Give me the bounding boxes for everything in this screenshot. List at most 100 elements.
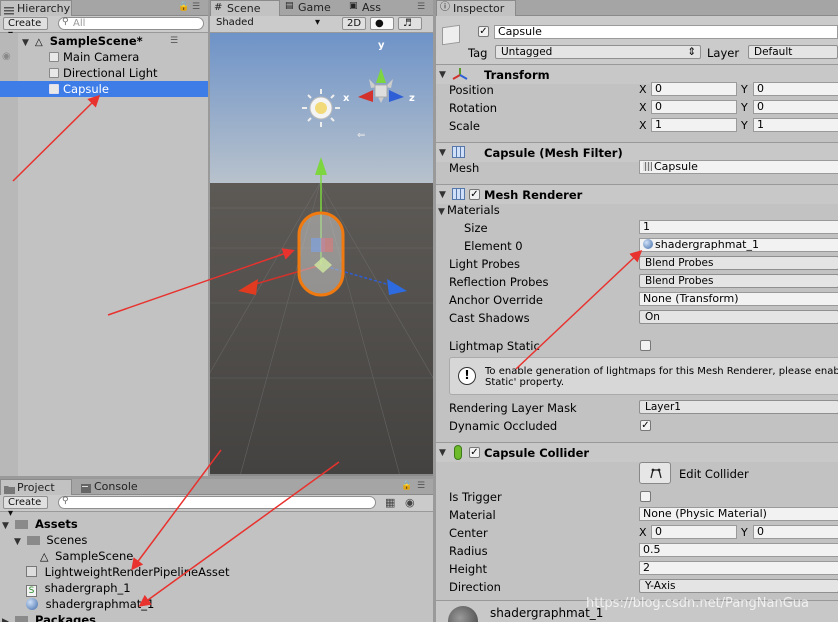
tab-hierarchy[interactable]: Hierarchy: [0, 0, 72, 16]
project-item-scenes[interactable]: ▼ Scenes: [0, 532, 433, 548]
scale-y-field[interactable]: 1: [753, 118, 838, 132]
light-probes-label: Light Probes: [449, 257, 520, 271]
hierarchy-item-main-camera[interactable]: Main Camera: [0, 49, 208, 65]
tab-scene[interactable]: # Scene: [210, 0, 280, 16]
tag-dropdown[interactable]: Untagged ⇕: [495, 45, 701, 59]
mode-2d-label: 2D: [347, 18, 362, 29]
mode-2d-button[interactable]: 2D: [342, 17, 366, 30]
item-label: Scenes: [46, 533, 88, 547]
item-label: Packages: [35, 613, 97, 622]
menu-icon[interactable]: ☰: [192, 3, 204, 12]
hierarchy-search-input[interactable]: ⚲ All: [58, 17, 204, 30]
radius-field[interactable]: 0.5: [639, 543, 838, 557]
mesh-renderer-enabled-checkbox[interactable]: ✓: [469, 189, 480, 200]
filter-type-icon[interactable]: ▦: [385, 496, 395, 509]
audio-toggle-button[interactable]: ♬: [398, 17, 422, 30]
reflection-probes-dropdown[interactable]: Blend Probes: [639, 274, 838, 288]
splitter-horizontal[interactable]: [0, 476, 433, 479]
lighting-toggle-button[interactable]: ●: [370, 17, 394, 30]
project-item-packages[interactable]: ▶ Packages: [0, 612, 433, 622]
scale-x-field[interactable]: 1: [651, 118, 737, 132]
object-header: ✓ Capsule Tag Untagged ⇕ Layer Default: [436, 16, 838, 64]
menu-icon[interactable]: ☰: [417, 482, 429, 491]
element0-field[interactable]: shadergraphmat_1: [639, 238, 838, 252]
console-icon: [81, 482, 91, 493]
material-field[interactable]: None (Physic Material): [639, 507, 838, 521]
lightmap-static-checkbox[interactable]: [640, 340, 651, 351]
center-x-field[interactable]: 0: [651, 525, 737, 539]
scene-menu-icon[interactable]: ☰: [170, 37, 182, 46]
direction-dropdown[interactable]: Y-Axis: [639, 579, 838, 593]
light-probes-dropdown[interactable]: Blend Probes: [639, 256, 838, 270]
scene-row[interactable]: ▼ △ SampleScene* ☰: [0, 33, 208, 49]
size-field[interactable]: 1: [639, 220, 838, 234]
center-y-field[interactable]: 0: [753, 525, 838, 539]
mesh-grid-icon: [643, 162, 652, 171]
project-create-button[interactable]: Create ▾: [3, 496, 48, 519]
material-label: Material: [449, 508, 496, 522]
rotation-y-field[interactable]: 0: [753, 100, 838, 114]
tab-game[interactable]: ▤ Game: [282, 0, 344, 16]
height-field[interactable]: 2: [639, 561, 838, 575]
project-item-lwrp-asset[interactable]: LightweightRenderPipelineAsset: [0, 564, 433, 580]
splitter-vertical-left[interactable]: [208, 0, 210, 476]
project-item-assets[interactable]: ▼ Assets: [0, 516, 433, 532]
scene-viewport[interactable]: y x z ⇐: [210, 33, 433, 476]
tab-console[interactable]: Console: [78, 479, 150, 495]
hierarchy-item-capsule[interactable]: Capsule: [0, 81, 208, 97]
mesh-field[interactable]: Capsule: [639, 160, 838, 174]
capsule-collider-header[interactable]: ▼ ✓ Capsule Collider: [436, 442, 838, 462]
watermark: https://blog.csdn.net/PangNanGua: [586, 596, 809, 611]
shading-mode-dropdown[interactable]: Shaded ▾: [212, 17, 322, 30]
hierarchy-create-button[interactable]: Create ▾: [3, 17, 48, 40]
filter-label-icon[interactable]: ◉: [405, 496, 415, 509]
project-search-input[interactable]: ⚲: [58, 496, 376, 509]
tab-inspector-label: Inspector: [453, 2, 505, 15]
mesh-renderer-header[interactable]: ▼ ✓ Mesh Renderer: [436, 184, 838, 204]
transform-header[interactable]: ▼ Transform: [436, 64, 838, 84]
project-toolbar: Create ▾ ⚲ ▦ ◉: [0, 495, 433, 519]
folder-icon: [4, 483, 15, 494]
tab-project[interactable]: Project: [0, 479, 72, 495]
anchor-override-field[interactable]: None (Transform): [639, 292, 838, 306]
project-item-shadergraphmat[interactable]: shadergraphmat_1: [0, 596, 433, 612]
edit-collider-button[interactable]: [639, 462, 671, 484]
rotation-x-field[interactable]: 0: [651, 100, 737, 114]
is-trigger-checkbox[interactable]: [640, 491, 651, 502]
position-y-field[interactable]: 0: [753, 82, 838, 96]
tab-inspector[interactable]: ⓘ Inspector: [436, 0, 516, 16]
lock-icon[interactable]: 🔒: [178, 3, 190, 12]
hierarchy-item-directional-light[interactable]: Directional Light: [0, 65, 208, 81]
scene-menu-icon[interactable]: ☰: [417, 3, 429, 12]
tag-label: Tag: [468, 46, 488, 60]
is-trigger-label: Is Trigger: [449, 490, 502, 504]
capsule-collider-enabled-checkbox[interactable]: ✓: [469, 447, 480, 458]
project-item-samplescene[interactable]: △ SampleScene: [0, 548, 433, 564]
rendering-layer-dropdown[interactable]: Layer1: [639, 400, 838, 414]
object-name-field[interactable]: Capsule: [494, 25, 838, 39]
splitter-vertical-right[interactable]: [433, 0, 436, 622]
gamepad-icon: ▤: [285, 1, 294, 11]
gameobject-icon: [49, 52, 59, 62]
mesh-filter-header[interactable]: ▼ Capsule (Mesh Filter): [436, 142, 838, 162]
project-item-shadergraph[interactable]: S shadergraph_1: [0, 580, 433, 597]
expand-arrow-icon: ▼: [439, 148, 446, 158]
layer-dropdown[interactable]: Default: [748, 45, 838, 59]
lock-icon[interactable]: 🔒: [401, 482, 413, 491]
search-icon: ⚲: [62, 496, 69, 506]
lightmap-info-box: ! To enable generation of lightmaps for …: [449, 357, 838, 395]
materials-foldout[interactable]: ▼ Materials: [438, 203, 500, 217]
dynamic-occluded-label: Dynamic Occluded: [449, 419, 558, 433]
dynamic-occluded-checkbox[interactable]: ✓: [640, 420, 651, 431]
tab-asset-store[interactable]: ▣ Ass: [346, 0, 396, 16]
material-sphere-icon: [26, 598, 38, 610]
position-x-field[interactable]: 0: [651, 82, 737, 96]
cast-shadows-dropdown[interactable]: On: [639, 310, 838, 324]
element0-value: shadergraphmat_1: [655, 238, 759, 251]
eye-icon[interactable]: ◉: [2, 51, 11, 62]
active-checkbox[interactable]: ✓: [478, 26, 489, 37]
info-circle-icon: !: [458, 367, 476, 385]
info-text-line2: Static' property.: [485, 377, 565, 388]
mesh-renderer-icon: [452, 188, 465, 200]
edit-collider-label: Edit Collider: [679, 467, 749, 481]
